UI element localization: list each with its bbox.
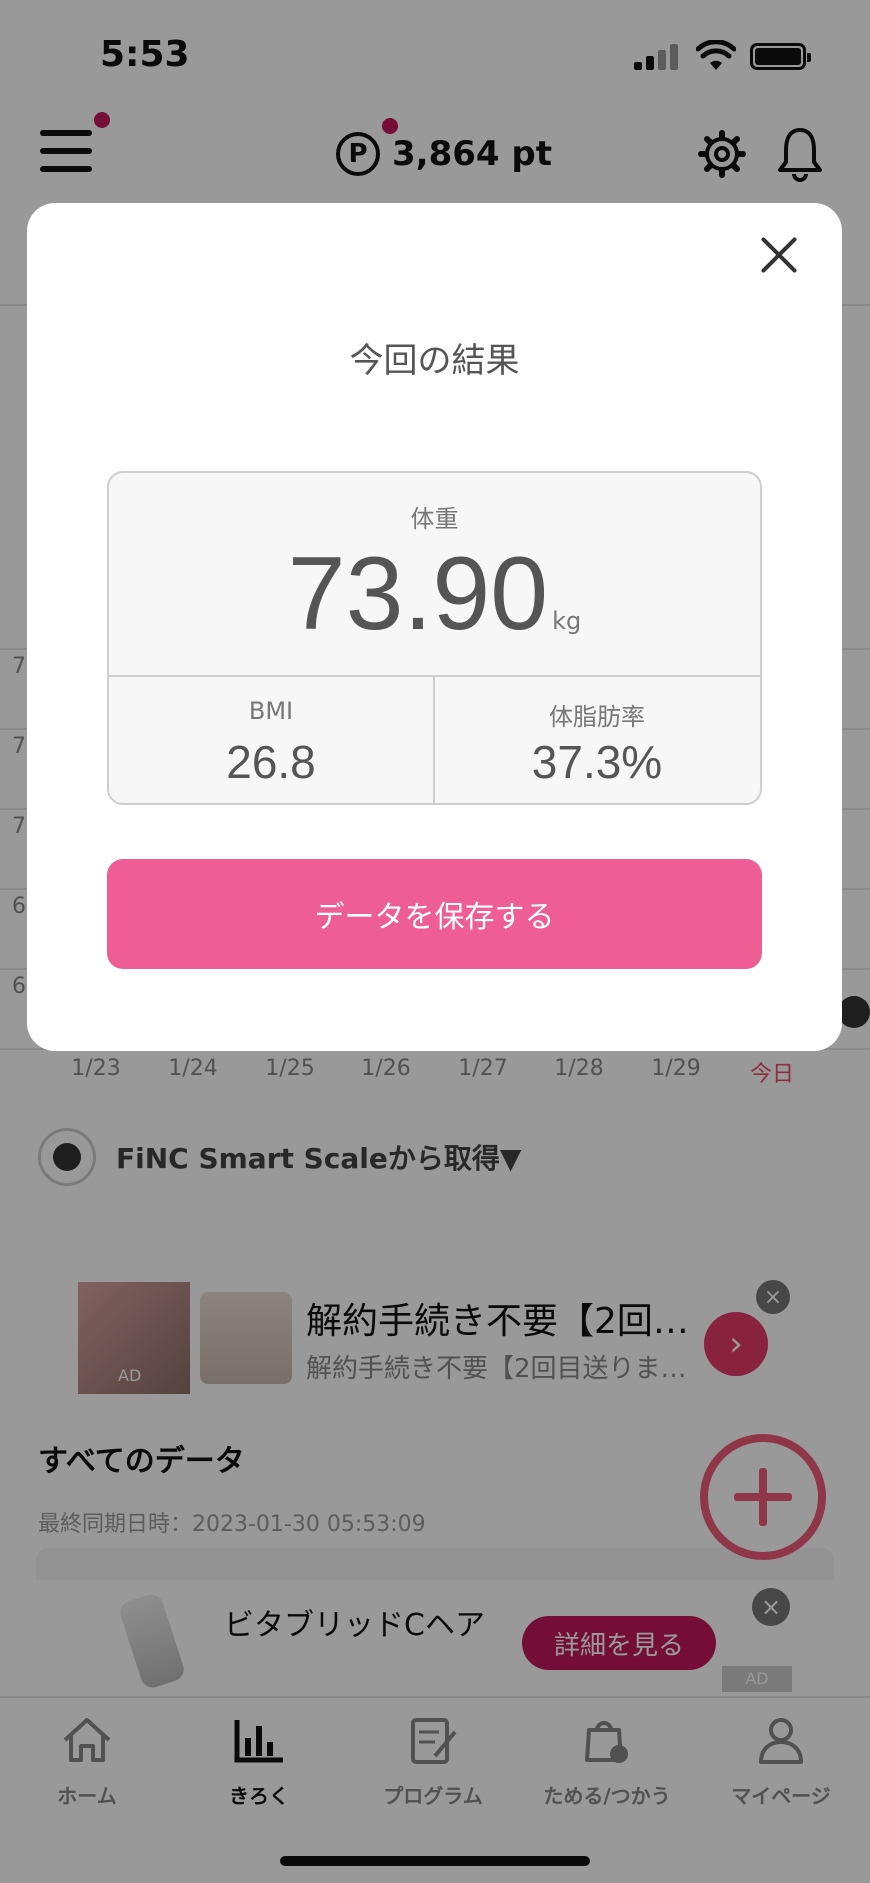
close-icon[interactable]	[757, 233, 801, 277]
weight-unit: kg	[552, 607, 582, 635]
body-fat-label: 体脂肪率	[549, 703, 645, 731]
result-summary: 体重 73.90 kg BMI 26.8 体脂肪率 37.3%	[107, 471, 762, 805]
result-modal: 今回の結果 体重 73.90 kg BMI 26.8 体脂肪率 37.3% データ…	[27, 203, 842, 1051]
body-fat-value: 37.3%	[531, 736, 663, 788]
weight-label: 体重	[410, 505, 459, 533]
modal-title: 今回の結果	[349, 341, 520, 381]
bmi-value: 26.8	[226, 736, 316, 788]
weight-row: 73.90 kg	[109, 535, 760, 654]
save-data-button[interactable]: データを保存する	[107, 859, 762, 969]
bmi-label: BMI	[248, 697, 294, 725]
weight-value: 73.90	[287, 536, 549, 652]
